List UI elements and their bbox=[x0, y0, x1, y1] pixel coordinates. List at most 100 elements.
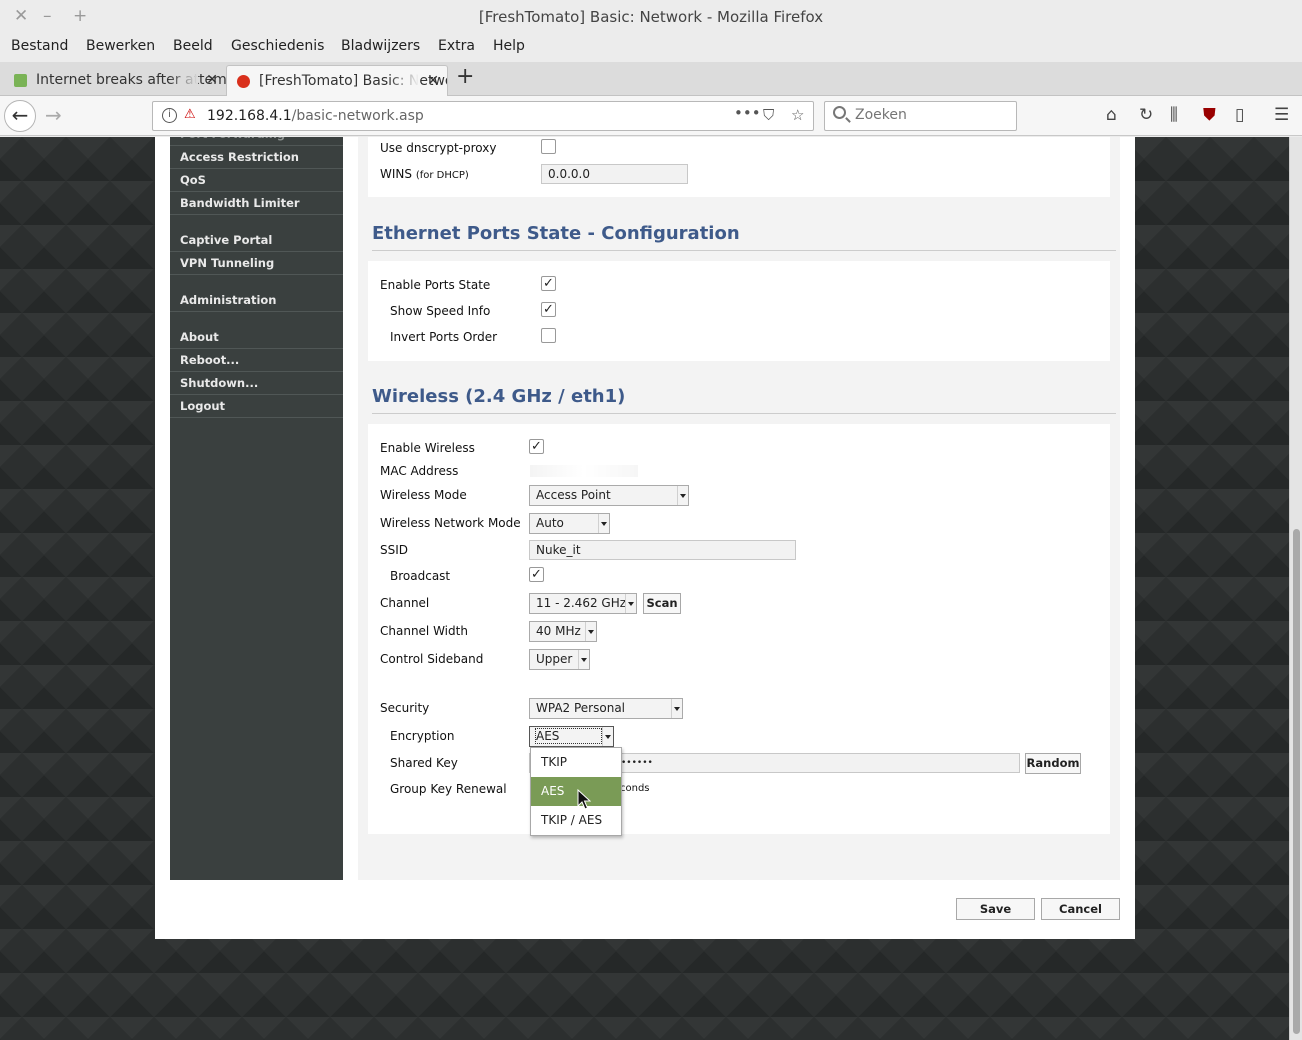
tab-label: [FreshTomato] Basic: Network bbox=[259, 73, 448, 89]
new-tab-icon[interactable]: + bbox=[456, 64, 474, 89]
channel-width-select[interactable]: 40 MHz bbox=[529, 621, 597, 642]
enable-ports-checkbox[interactable]: ✓ bbox=[541, 276, 556, 291]
page-actions-icon[interactable]: ••• bbox=[734, 104, 761, 122]
dns-section: Use dnscrypt-proxy WINS (for DHCP) 0.0.0… bbox=[368, 137, 1110, 197]
sidebar: Port Forwarding Access Restriction QoS B… bbox=[170, 137, 343, 880]
network-mode-label: Wireless Network Mode bbox=[380, 516, 521, 530]
random-key-button[interactable]: Random bbox=[1025, 753, 1081, 774]
chevron-down-icon bbox=[671, 699, 682, 718]
insecure-lock-icon[interactable]: ⚠ bbox=[184, 107, 196, 122]
sidebar-item-qos[interactable]: QoS bbox=[170, 169, 343, 192]
control-sideband-label: Control Sideband bbox=[380, 652, 484, 666]
invert-ports-checkbox[interactable] bbox=[541, 328, 556, 343]
broadcast-checkbox[interactable]: ✓ bbox=[529, 567, 544, 582]
sidebar-toggle-icon[interactable]: ▯ bbox=[1235, 105, 1244, 125]
wireless-mode-select[interactable]: Access Point bbox=[529, 485, 689, 506]
hamburger-menu-icon[interactable]: ☰ bbox=[1274, 105, 1289, 125]
menu-bladwijzers[interactable]: Bladwijzers bbox=[341, 38, 420, 54]
tab-bar: Internet breaks after attempting ✕ [Fres… bbox=[0, 62, 1302, 96]
menu-bewerken[interactable]: Bewerken bbox=[86, 38, 155, 54]
page-scrollbar[interactable] bbox=[1289, 137, 1302, 1040]
encryption-label: Encryption bbox=[390, 729, 455, 743]
main-content: Use dnscrypt-proxy WINS (for DHCP) 0.0.0… bbox=[358, 137, 1120, 880]
chevron-down-icon bbox=[602, 727, 613, 746]
back-arrow-icon[interactable]: ← bbox=[4, 100, 36, 132]
ssid-input[interactable]: Nuke_it bbox=[529, 540, 796, 560]
info-icon[interactable]: i bbox=[162, 108, 177, 123]
web-page: Port Forwarding Access Restriction QoS B… bbox=[0, 137, 1289, 1040]
url-bar[interactable]: i ⚠ 192.168.4.1/basic-network.asp ••• ⛉ … bbox=[152, 101, 814, 131]
scrollbar-thumb[interactable] bbox=[1293, 529, 1300, 1034]
sidebar-item-vpn-tunneling[interactable]: VPN Tunneling bbox=[170, 252, 343, 275]
channel-select[interactable]: 11 - 2.462 GHz bbox=[529, 593, 637, 614]
home-icon[interactable]: ⌂ bbox=[1106, 105, 1117, 125]
sidebar-item-access-restriction[interactable]: Access Restriction bbox=[170, 146, 343, 169]
network-mode-select[interactable]: Auto bbox=[529, 513, 610, 534]
dnscrypt-checkbox[interactable] bbox=[541, 139, 556, 154]
channel-label: Channel bbox=[380, 596, 430, 610]
dnscrypt-label: Use dnscrypt-proxy bbox=[380, 141, 497, 155]
pocket-icon[interactable]: ⛉ bbox=[763, 106, 774, 124]
scan-button[interactable]: Scan bbox=[643, 593, 681, 614]
reload-icon[interactable]: ↻ bbox=[1139, 105, 1153, 125]
cancel-button[interactable]: Cancel bbox=[1041, 898, 1120, 920]
mouse-pointer-icon bbox=[577, 789, 591, 810]
mac-address-redacted bbox=[530, 465, 638, 477]
sidebar-item-shutdown[interactable]: Shutdown... bbox=[170, 372, 343, 395]
enable-ports-label: Enable Ports State bbox=[380, 278, 491, 292]
wins-input[interactable]: 0.0.0.0 bbox=[541, 164, 688, 184]
renewal-seconds-suffix: conds bbox=[620, 783, 650, 794]
enable-wireless-checkbox[interactable]: ✓ bbox=[529, 439, 544, 454]
control-sideband-select[interactable]: Upper bbox=[529, 649, 590, 670]
speed-info-label: Show Speed Info bbox=[390, 304, 491, 318]
chevron-down-icon bbox=[625, 594, 636, 613]
wireless-mode-label: Wireless Mode bbox=[380, 488, 467, 502]
sidebar-item-reboot[interactable]: Reboot... bbox=[170, 349, 343, 372]
encryption-dropdown-list: TKIP AES TKIP / AES bbox=[530, 747, 622, 836]
speed-info-checkbox[interactable]: ✓ bbox=[541, 302, 556, 317]
menu-geschiedenis[interactable]: Geschiedenis bbox=[231, 38, 324, 54]
sidebar-item-bandwidth-limiter[interactable]: Bandwidth Limiter bbox=[170, 192, 343, 215]
menu-bar: Bestand Bewerken Beeld Geschiedenis Blad… bbox=[0, 34, 1302, 60]
menu-extra[interactable]: Extra bbox=[438, 38, 475, 54]
encryption-select[interactable]: AES bbox=[529, 726, 614, 747]
ublock-shield-icon[interactable]: ⛊ bbox=[1203, 105, 1216, 125]
search-input[interactable] bbox=[855, 107, 1005, 123]
sidebar-item-administration[interactable]: Administration bbox=[170, 289, 343, 312]
invert-ports-label: Invert Ports Order bbox=[390, 330, 498, 344]
chevron-down-icon bbox=[585, 622, 596, 641]
menu-beeld[interactable]: Beeld bbox=[173, 38, 213, 54]
ssid-label: SSID bbox=[380, 543, 409, 557]
chevron-down-icon bbox=[677, 486, 688, 505]
bookmark-star-icon[interactable]: ☆ bbox=[791, 106, 804, 124]
ports-heading: Ethernet Ports State - Configuration bbox=[372, 223, 1116, 251]
library-icon[interactable]: ⫼ bbox=[1170, 105, 1178, 125]
close-tab-icon[interactable]: ✕ bbox=[206, 65, 218, 95]
enable-wireless-label: Enable Wireless bbox=[380, 441, 475, 455]
menu-bestand[interactable]: Bestand bbox=[11, 38, 68, 54]
search-bar[interactable] bbox=[824, 101, 1017, 131]
encryption-option-tkip-aes[interactable]: TKIP / AES bbox=[531, 806, 621, 835]
encryption-option-tkip[interactable]: TKIP bbox=[531, 748, 621, 777]
tab-freshtomato[interactable]: [FreshTomato] Basic: Network ✕ bbox=[226, 65, 448, 96]
save-button[interactable]: Save bbox=[956, 898, 1035, 920]
sidebar-item-about[interactable]: About bbox=[170, 326, 343, 349]
mint-favicon-icon bbox=[14, 74, 27, 87]
window-title: [FreshTomato] Basic: Network - Mozilla F… bbox=[478, 8, 824, 26]
menu-help[interactable]: Help bbox=[493, 38, 525, 54]
chevron-down-icon bbox=[578, 650, 589, 669]
sidebar-item-port-forwarding[interactable]: Port Forwarding bbox=[170, 137, 343, 146]
url-text[interactable]: 192.168.4.1/basic-network.asp bbox=[207, 108, 424, 124]
security-select[interactable]: WPA2 Personal bbox=[529, 698, 683, 719]
search-icon bbox=[833, 106, 846, 119]
tab-internet-breaks[interactable]: Internet breaks after attempting ✕ bbox=[4, 65, 226, 96]
broadcast-label: Broadcast bbox=[390, 569, 451, 583]
shared-key-label: Shared Key bbox=[390, 756, 458, 770]
wireless-heading: Wireless (2.4 GHz / eth1) bbox=[372, 386, 1116, 414]
close-tab-icon[interactable]: ✕ bbox=[427, 66, 439, 96]
sidebar-item-logout[interactable]: Logout bbox=[170, 395, 343, 418]
sidebar-item-captive-portal[interactable]: Captive Portal bbox=[170, 229, 343, 252]
encryption-option-aes[interactable]: AES bbox=[531, 777, 621, 806]
router-ui-container: Port Forwarding Access Restriction QoS B… bbox=[155, 137, 1135, 939]
forward-arrow-icon[interactable]: → bbox=[45, 103, 62, 127]
